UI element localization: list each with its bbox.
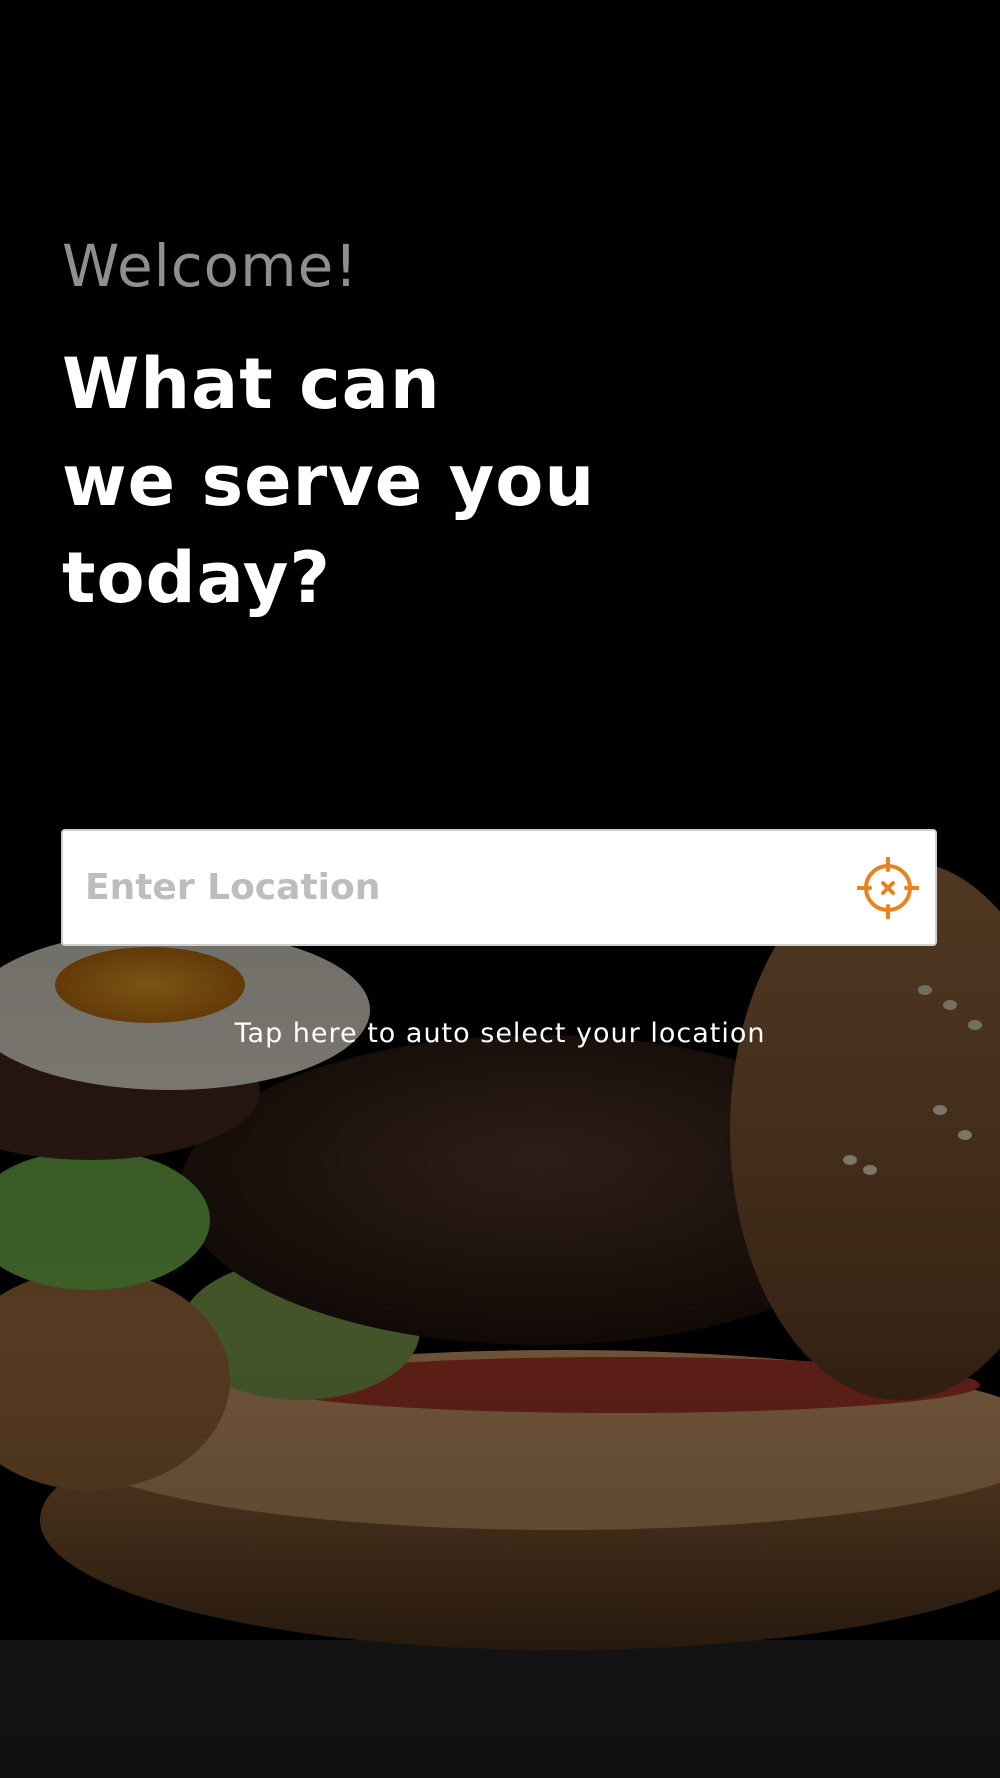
headline-line-3: today? [62,537,331,619]
welcome-text: Welcome! [62,232,359,300]
auto-select-location-link[interactable]: Tap here to auto select your location [0,1018,1000,1049]
location-input[interactable] [85,831,845,944]
crosshair-locate-icon[interactable] [856,856,920,920]
location-field-container [61,829,937,946]
headline-line-1: What can [62,343,441,425]
headline: What can we serve you today? [62,336,662,627]
location-screen: Welcome! What can we serve you today? Ta… [0,0,1000,1778]
headline-line-2: we serve you [62,440,596,522]
